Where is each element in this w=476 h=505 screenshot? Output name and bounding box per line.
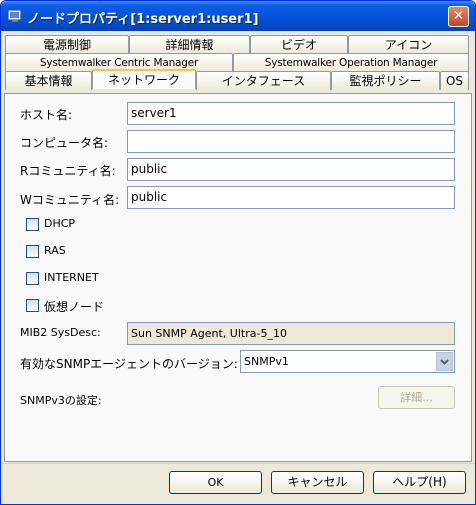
sysdesc-value: Sun SNMP Agent, Ultra-5_10 [127, 322, 455, 345]
ras-checkbox[interactable] [26, 245, 39, 258]
tab-os[interactable]: OS [440, 71, 469, 90]
tab-power-control[interactable]: 電源制御 [5, 35, 129, 54]
w-community-label: Wコミュニティ名: [20, 193, 120, 207]
snmp-version-value: SNMPv1 [244, 355, 289, 368]
host-name-input[interactable]: server1 [127, 102, 455, 125]
computer-name-input[interactable] [127, 130, 455, 153]
snmp-version-select[interactable]: SNMPv1 [240, 350, 455, 373]
dhcp-label: DHCP [44, 217, 76, 230]
cancel-button[interactable]: キャンセル [271, 471, 364, 494]
virtual-node-checkbox[interactable] [26, 299, 39, 312]
node-properties-window: ノードプロパティ[1:server1:user1] ✕ 電源制御 詳細情報 ビデ… [0, 0, 476, 505]
sysdesc-label: MIB2 SysDesc: [20, 326, 101, 339]
tab-icon[interactable]: アイコン [348, 35, 469, 54]
r-community-input[interactable]: public [127, 158, 455, 181]
computer-name-label: コンピュータ名: [20, 136, 109, 150]
title-bar[interactable]: ノードプロパティ[1:server1:user1] ✕ [1, 1, 475, 31]
close-button[interactable]: ✕ [448, 6, 469, 27]
r-community-label: Rコミュニティ名: [20, 164, 116, 178]
tab-network[interactable]: ネットワーク [92, 69, 196, 89]
tab-operation-manager[interactable]: Systemwalker Operation Manager [233, 53, 469, 72]
footer-divider [1, 463, 475, 464]
dropdown-arrow[interactable] [436, 352, 453, 371]
tab-detail-info[interactable]: 詳細情報 [129, 35, 250, 54]
tab-basic-info[interactable]: 基本情報 [5, 71, 92, 90]
tab-video[interactable]: ビデオ [250, 35, 348, 54]
dhcp-checkbox[interactable] [26, 218, 39, 231]
host-name-label: ホスト名: [20, 108, 73, 122]
chevron-down-icon [440, 359, 449, 365]
snmp-version-label: 有効なSNMPエージェントのバージョン: [20, 357, 238, 371]
tab-interface[interactable]: インタフェース [196, 71, 331, 90]
window-title: ノードプロパティ[1:server1:user1] [27, 12, 259, 27]
node-properties-icon [7, 9, 22, 22]
snmpv3-settings-label: SNMPv3の設定: [20, 394, 102, 407]
virtual-node-label: 仮想ノード [44, 300, 105, 314]
ok-button[interactable]: OK [169, 471, 262, 494]
internet-label: INTERNET [44, 271, 99, 284]
internet-checkbox[interactable] [26, 272, 39, 285]
snmpv3-detail-button[interactable]: 詳細... [378, 386, 455, 409]
tab-monitoring-policy[interactable]: 監視ポリシー [331, 71, 440, 90]
help-button[interactable]: ヘルプ(H) [373, 471, 466, 494]
w-community-input[interactable]: public [127, 186, 455, 209]
ras-label: RAS [44, 244, 66, 257]
